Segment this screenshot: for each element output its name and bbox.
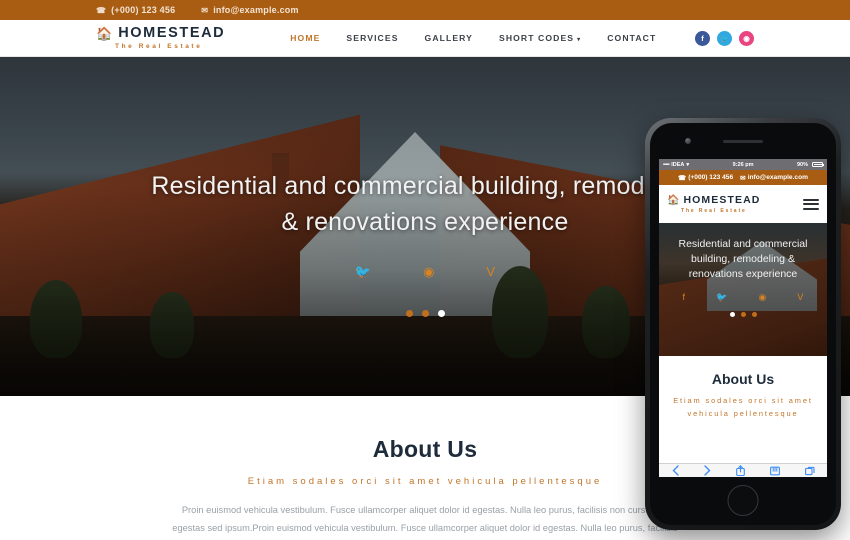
vimeo-icon[interactable]: V	[797, 292, 803, 303]
ios-status-bar: ••••• IDEA ▾ 9:26 pm 90%	[659, 159, 827, 170]
dribbble-icon[interactable]: ◉	[423, 264, 434, 280]
envelope-icon: ✉	[201, 5, 209, 15]
clock-label: 9:26 pm	[732, 161, 754, 168]
forward-icon[interactable]	[703, 465, 711, 476]
phone-slider-pagination	[659, 311, 827, 317]
phone-topbar-phone-text: (+000) 123 456	[688, 174, 734, 181]
topbar-email-text: info@example.com	[213, 5, 299, 15]
topbar-phone[interactable]: ☎ (+000) 123 456	[96, 5, 175, 15]
nav-item-short-codes[interactable]: SHORT CODES ▾	[499, 33, 581, 43]
safari-toolbar	[659, 463, 827, 477]
twitter-icon[interactable]: 🐦	[717, 30, 732, 46]
house-icon: 🏠	[96, 25, 113, 41]
signal-strength-icon: •••••	[663, 161, 670, 168]
primary-nav: HOME SERVICES GALLERY SHORT CODES ▾ CONTA…	[290, 33, 656, 43]
brand-name: HOMESTEAD	[118, 24, 226, 41]
top-contact-bar: ☎ (+000) 123 456 ✉ info@example.com	[0, 0, 850, 20]
phone-site-logo[interactable]: 🏠 HOMESTEAD The Real Estate	[667, 194, 760, 214]
header-social-links: f 🐦 ◉	[695, 30, 754, 46]
twitter-icon[interactable]: 🐦	[355, 264, 371, 280]
phone-icon: ☎	[96, 5, 107, 15]
phone-topbar-phone[interactable]: ☎ (+000) 123 456	[678, 174, 733, 182]
nav-item-gallery[interactable]: GALLERY	[425, 33, 473, 43]
phone-screen: ••••• IDEA ▾ 9:26 pm 90% ☎ (+000) 123 45…	[659, 159, 827, 477]
phone-home-button[interactable]	[727, 485, 759, 516]
vimeo-icon[interactable]: V	[486, 264, 495, 280]
back-icon[interactable]	[672, 465, 679, 476]
phone-brand-tagline: The Real Estate	[681, 208, 747, 214]
nav-item-contact[interactable]: CONTACT	[607, 33, 656, 43]
carrier-label: IDEA	[671, 161, 685, 168]
topbar-email[interactable]: ✉ info@example.com	[201, 5, 298, 15]
phone-navigation-bar: 🏠 HOMESTEAD The Real Estate	[659, 185, 827, 223]
bookmarks-icon[interactable]	[769, 466, 780, 476]
phone-camera	[685, 138, 691, 144]
brand-tagline: The Real Estate	[115, 43, 203, 51]
battery-icon	[811, 162, 824, 167]
envelope-icon: ✉	[740, 174, 746, 182]
phone-hero-slider: Residential and commercial building, rem…	[659, 223, 827, 356]
nav-item-home[interactable]: HOME	[290, 33, 320, 43]
facebook-icon[interactable]: f	[683, 292, 686, 303]
phone-slider-dot-1[interactable]	[729, 311, 735, 317]
phone-slider-dot-2[interactable]	[740, 311, 746, 317]
slider-dot-1[interactable]	[405, 310, 413, 317]
twitter-icon[interactable]: 🐦	[716, 292, 727, 303]
tabs-icon[interactable]	[804, 466, 815, 476]
share-icon[interactable]	[735, 465, 745, 476]
phone-hero-social-links: f 🐦 ◉ V	[659, 292, 827, 303]
site-logo[interactable]: 🏠 HOMESTEAD The Real Estate	[96, 26, 225, 51]
chevron-down-icon: ▾	[577, 37, 582, 43]
nav-item-services[interactable]: SERVICES	[346, 33, 398, 43]
dribbble-icon[interactable]: ◉	[758, 292, 766, 303]
house-icon: 🏠	[667, 194, 680, 206]
phone-about-heading: About Us	[711, 371, 775, 387]
phone-icon: ☎	[678, 174, 687, 182]
dribbble-icon[interactable]: ◉	[739, 30, 754, 46]
wifi-icon: ▾	[686, 161, 690, 168]
topbar-phone-text: (+000) 123 456	[111, 5, 176, 15]
hamburger-menu-icon[interactable]	[803, 198, 819, 210]
phone-brand-name: HOMESTEAD	[683, 194, 761, 206]
phone-hero-title: Residential and commercial building, rem…	[678, 238, 808, 280]
phone-top-contact-bar: ☎ (+000) 123 456 ✉ info@example.com	[659, 170, 827, 185]
phone-slider-dot-3[interactable]	[751, 311, 757, 317]
phone-mockup: ••••• IDEA ▾ 9:26 pm 90% ☎ (+000) 123 45…	[645, 118, 841, 530]
facebook-icon[interactable]: f	[695, 30, 710, 46]
phone-about-subheading: Etiam sodales orci sit amet vehicula pel…	[673, 396, 813, 418]
phone-topbar-email[interactable]: ✉ info@example.com	[740, 174, 808, 182]
phone-about-section: About Us Etiam sodales orci sit amet veh…	[659, 356, 827, 463]
main-navigation-bar: 🏠 HOMESTEAD The Real Estate HOME SERVICE…	[0, 20, 850, 57]
slider-dot-2[interactable]	[421, 310, 429, 317]
phone-topbar-email-text: info@example.com	[747, 174, 808, 181]
battery-percent-label: 90%	[796, 161, 808, 168]
slider-dot-3[interactable]	[437, 310, 445, 317]
phone-speaker	[723, 140, 763, 143]
